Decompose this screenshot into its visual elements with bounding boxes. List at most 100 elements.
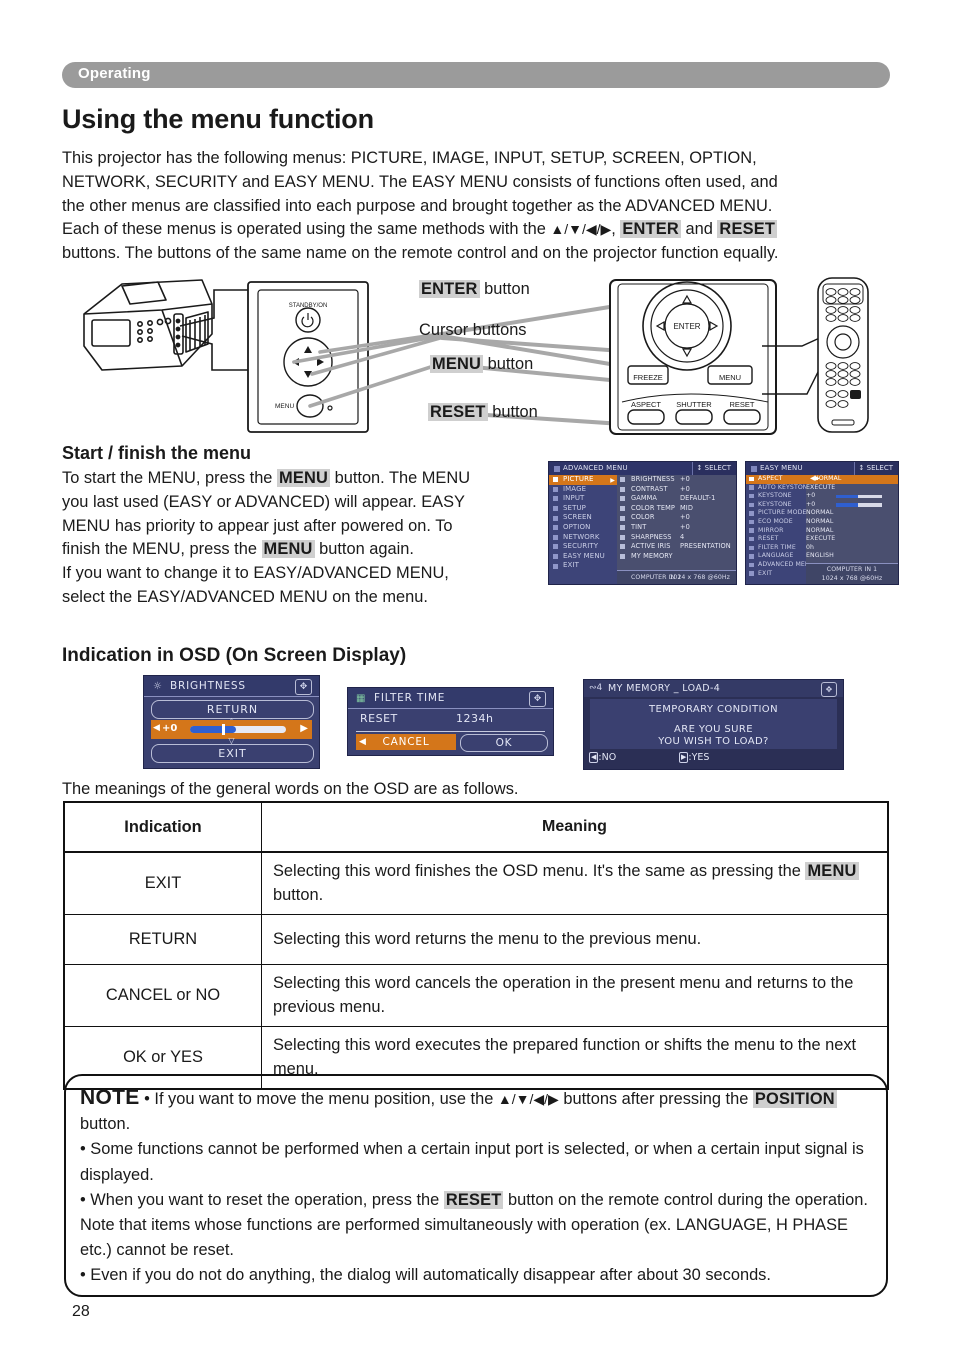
easy-menu-item[interactable]: ADVANCED MENU [746,561,814,570]
my-memory-yes-label: :YES [688,752,710,763]
easy-menu-title: EASY MENU [760,464,803,472]
easy-menu-slider[interactable] [836,503,882,507]
advanced-menu-sidebar-item[interactable]: SECURITY [549,542,617,552]
callout-reset-button: RESET button [428,403,538,422]
sf-line2: you last used (EASY or ADVANCED) will ap… [62,492,465,511]
advanced-menu-item[interactable]: ACTIVE IRIS PRESENTATION [617,542,736,552]
menu-item-icon [553,486,558,492]
enter-suffix: button [479,280,530,298]
easy-menu-item-value-row[interactable]: +0 [806,501,898,510]
table-cell-indication: CANCEL or NO [63,964,262,1027]
setting-icon [749,511,754,516]
easy-menu-item[interactable]: FILTER TIME [746,544,806,553]
start-finish-heading: Start / finish the menu [62,443,252,463]
menu-kbd: MENU [430,355,484,373]
easy-menu-item-value-row[interactable]: NORMAL [806,518,898,527]
advanced-menu-sidebar-item[interactable]: IMAGE [549,485,617,495]
easy-menu-item-value-row[interactable]: 0h [806,544,898,553]
advanced-menu-item[interactable]: CONTRAST +0 [617,485,736,495]
filter-ok-button[interactable]: OK [460,734,548,752]
easy-menu-item[interactable]: KEYSTONE [746,501,806,510]
advanced-menu-item[interactable]: GAMMA DEFAULT-1 [617,494,736,504]
easy-menu-labels[interactable]: ASPECT AUTO KEYSTONE KEYSTONE KEYSTONE PICTU… [746,475,814,584]
my-memory-footer: ◀:NO ▶:YES [584,752,843,767]
advanced-menu-item[interactable]: SHARPNESS 4 [617,533,736,543]
advanced-menu-sidebar-item[interactable]: EASY MENU [549,552,617,562]
easy-menu-item-value-row[interactable]: +0 [806,492,898,501]
advanced-menu-sidebar[interactable]: PICTURE ▶ IMAGE INPUT SETUP SCREEN OPTION NETWO… [549,475,617,584]
my-memory-yes-option[interactable]: ▶:YES [679,752,709,763]
easy-menu-item[interactable]: LANGUAGE [746,552,806,561]
advanced-menu-item[interactable]: TINT +0 [617,523,736,533]
easy-menu-item[interactable]: ECO MODE [746,518,806,527]
menu-kbd-2: MENU [261,540,315,559]
reset-kbd: RESET [428,403,488,421]
brightness-knob[interactable] [221,724,225,735]
note-label: NOTE [80,1086,140,1109]
easy-menu-item-value-row[interactable]: EXECUTE [806,535,898,544]
easy-menu-footer: COMPUTER IN 1 1024 x 768 @60Hz [806,563,898,584]
advanced-menu-item-pane[interactable]: BRIGHTNESS +0 CONTRAST +0 GAMMA DEFAULT-1 COLO… [617,475,736,584]
callout-cursor-buttons: Cursor buttons [419,321,527,339]
easy-menu-item-value-row[interactable]: ENGLISH [806,552,898,561]
easy-menu-item[interactable]: MIRROR [746,527,806,536]
osd-meaning-lead-in: The meanings of the general words on the… [62,780,519,798]
easy-menu-item[interactable]: EXIT [746,570,806,579]
easy-menu-item-value-row[interactable]: NORMAL [806,527,898,536]
brightness-dialog-titlebar: ☼ BRIGHTNESS ✥ [144,676,319,697]
easy-menu-item-value-row[interactable]: EXECUTE [806,484,898,493]
advanced-menu-title: ADVANCED MENU [563,464,628,472]
controls-diagram: STANDBY/ON MENU ENTER FREEZE MENU ASPECT… [62,274,890,442]
advanced-menu-item[interactable]: BRIGHTNESS +0 [617,475,736,485]
advanced-menu-item-value: +0 [680,475,690,483]
menu-item-icon [553,534,558,540]
easy-menu-item[interactable]: AUTO KEYSTONE [746,484,811,493]
easy-menu-item[interactable]: ASPECT [746,475,806,484]
easy-menu-item-value-row[interactable]: ◀ NORMAL ▶ [806,475,898,484]
advanced-menu-sidebar-item[interactable]: SCREEN [549,513,617,523]
menu-item-icon [553,544,558,550]
meaning-text-part-1: Selecting this word finishes the OSD men… [273,862,806,880]
advanced-menu-item[interactable]: MY MEMORY [617,552,736,562]
advanced-menu-sidebar-item[interactable]: SETUP [549,504,617,514]
my-memory-no-option[interactable]: ◀:NO [589,752,616,763]
note-bullet-1b: buttons after pressing the [558,1090,753,1108]
easy-menu-item[interactable]: RESET [746,535,806,544]
enter-key-label: ENTER [620,220,681,239]
intro-line-5: buttons. The buttons of the same name on… [62,244,779,263]
advanced-menu-sidebar-item[interactable]: INPUT [549,494,617,504]
easy-menu-item[interactable]: PICTURE MODE [746,509,806,518]
position-icon: ✥ [529,691,546,707]
advanced-menu-sidebar-item[interactable]: PICTURE ▶ [549,475,617,485]
filter-cancel-button[interactable]: ◀ CANCEL [356,734,456,750]
cursor-left-icon: ◀ [153,723,160,733]
easy-menu-item-value-row[interactable]: NORMAL [806,509,898,518]
brightness-track[interactable] [190,726,286,733]
easy-menu-item-value: EXECUTE [806,535,836,543]
easy-menu-item-label: FILTER TIME [758,543,796,551]
advanced-menu-sidebar-label: EXIT [563,561,579,570]
setting-icon [620,534,625,540]
advanced-menu-sidebar-item[interactable]: NETWORK [549,533,617,543]
page-title: Using the menu function [62,104,374,134]
advanced-menu-item[interactable]: COLOR +0 [617,513,736,523]
easy-menu-source: COMPUTER IN 1 [826,566,878,573]
easy-menu-slider[interactable] [836,494,882,499]
setting-icon [749,545,754,551]
reset-suffix: button [487,403,538,421]
advanced-menu-item-value: +0 [680,513,690,522]
my-memory-confirm-line1: ARE YOU SURE [674,724,753,735]
advanced-menu-item-label: SHARPNESS [631,532,672,541]
setting-icon [620,515,625,521]
brightness-exit-button[interactable]: EXIT [151,744,314,763]
brightness-dialog-title: BRIGHTNESS [170,680,246,692]
advanced-menu-sidebar-item[interactable]: EXIT [549,561,617,571]
advanced-menu-sidebar-item[interactable]: OPTION [549,523,617,533]
filter-cancel-label: CANCEL [382,736,430,748]
advanced-menu-item[interactable]: COLOR TEMP MID [617,504,736,514]
sf-line4b: button again. [314,540,414,559]
advanced-menu-sidebar-label: EASY MENU [563,551,605,560]
easy-menu-item-value: NORMAL [806,517,834,525]
easy-menu-item[interactable]: KEYSTONE [746,492,806,501]
easy-menu-item-value: NORMAL [806,526,834,534]
